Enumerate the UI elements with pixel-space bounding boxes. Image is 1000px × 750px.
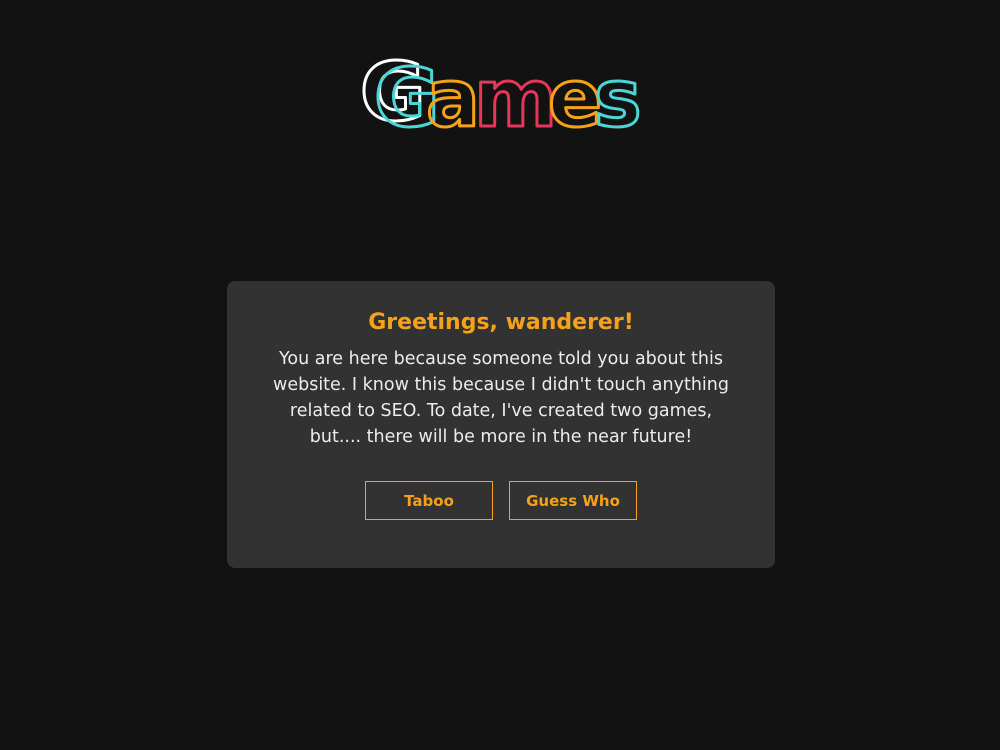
page: G G a m e s Greetings, wanderer! You are…	[0, 0, 1000, 750]
taboo-button[interactable]: Taboo	[365, 481, 493, 520]
card-title: Greetings, wanderer!	[368, 310, 634, 335]
game-buttons: Taboo Guess Who	[227, 481, 775, 520]
card-description: You are here because someone told you ab…	[273, 349, 729, 447]
logo-letter-a: a	[426, 58, 480, 136]
welcome-card: Greetings, wanderer! You are here becaus…	[227, 281, 775, 568]
logo-letter-s: s	[594, 58, 642, 136]
guess-who-button[interactable]: Guess Who	[509, 481, 637, 520]
games-logo: G G a m e s	[359, 45, 644, 147]
logo-letter-m: m	[474, 58, 557, 136]
games-logo-graphic: G G a m e s	[359, 45, 644, 147]
